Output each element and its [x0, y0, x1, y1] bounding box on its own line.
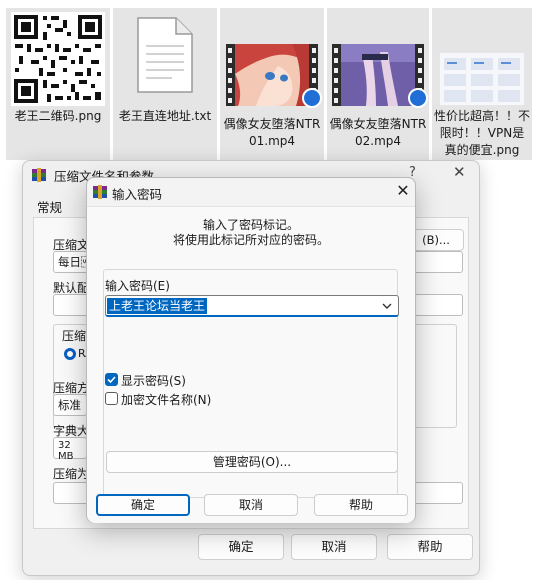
- password-dialog-titlebar: 输入密码 ✕: [87, 178, 415, 206]
- file-name: 老王二维码.png: [14, 109, 102, 123]
- password-value[interactable]: 上老王论坛当老王: [107, 298, 208, 314]
- file-name: 偶像女友堕落NTR02.mp4: [329, 117, 427, 148]
- help-button[interactable]: 帮助: [314, 494, 408, 516]
- file-name: 老王直连地址.txt: [118, 109, 212, 123]
- file-name: 性价比超高！！不限时！！VPN是真的便宜.png: [434, 109, 531, 157]
- password-dialog-body: 输入了密码标记。 将使用此标记所对应的密码。: [87, 206, 415, 523]
- screenshot-thumbnail-icon: [438, 51, 526, 109]
- file-item-qr-png[interactable]: 老王二维码.png: [6, 8, 110, 160]
- info-line-2: 将使用此标记所对应的密码。: [172, 233, 329, 247]
- password-label: 输入密码(E): [105, 279, 170, 293]
- back-ok-button[interactable]: 确定: [198, 534, 284, 560]
- password-combobox[interactable]: 上老王论坛当老王: [105, 295, 399, 317]
- format-group-label: 压缩: [62, 329, 87, 343]
- encrypt-filenames-label[interactable]: 加密文件名称(N): [121, 391, 211, 408]
- video-thumbnail-icon: [332, 44, 428, 109]
- file-item-txt[interactable]: 老王直连地址.txt: [113, 8, 217, 160]
- video-overlay-icon: [408, 88, 428, 108]
- browse-button[interactable]: (B)...: [408, 229, 464, 251]
- winrar-app-icon: [92, 184, 108, 203]
- manage-passwords-button[interactable]: 管理密码(O)...: [106, 451, 398, 473]
- file-item-video-02[interactable]: 偶像女友堕落NTR02.mp4: [327, 8, 429, 160]
- password-dialog-title: 输入密码: [112, 187, 163, 202]
- cancel-button[interactable]: 取消: [204, 494, 298, 516]
- back-cancel-button[interactable]: 取消: [291, 534, 377, 560]
- video-overlay-icon: [302, 88, 322, 108]
- dictionary-size-select[interactable]: 32 MB: [53, 437, 87, 462]
- file-item-video-01[interactable]: 偶像女友堕落NTR01.mp4: [220, 8, 324, 160]
- back-help-button[interactable]: 帮助: [387, 534, 473, 560]
- winrar-app-icon: [31, 167, 47, 183]
- encrypt-filenames-checkbox[interactable]: [105, 392, 118, 405]
- format-rar-radio[interactable]: [64, 348, 76, 360]
- file-name: 偶像女友堕落NTR01.mp4: [223, 117, 321, 148]
- enter-password-dialog: 输入密码 ✕ 输入了密码标记。 将使用此标记所对应的密码。 输入密码(E) 上老…: [86, 177, 416, 523]
- tab-general[interactable]: 常规: [37, 197, 62, 216]
- show-password-label[interactable]: 显示密码(S): [121, 372, 186, 389]
- show-password-checkbox[interactable]: [105, 373, 118, 386]
- file-item-vpn-png[interactable]: 性价比超高！！不限时！！VPN是真的便宜.png: [432, 8, 532, 160]
- close-icon[interactable]: ✕: [453, 163, 466, 181]
- close-icon[interactable]: ✕: [393, 181, 413, 200]
- split-volumes-label: 压缩为: [53, 467, 90, 481]
- explorer-file-strip: 老王二维码.png 老王直连地址.txt 偶像女友堕落NTR01.mp4 偶像女…: [0, 0, 536, 162]
- method-select[interactable]: 标准: [53, 394, 87, 416]
- video-thumbnail-icon: [226, 44, 322, 109]
- chevron-down-icon[interactable]: [381, 299, 393, 313]
- text-document-icon: [136, 16, 194, 97]
- ok-button[interactable]: 确定: [96, 494, 190, 516]
- qr-code-icon: [11, 12, 105, 109]
